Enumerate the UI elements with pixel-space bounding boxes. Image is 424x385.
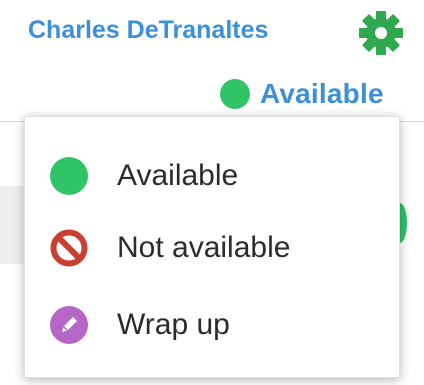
user-name: Charles DeTranaltes (28, 16, 269, 44)
menu-item-not-available[interactable]: Not available (25, 218, 399, 278)
menu-item-label: Not available (117, 231, 291, 264)
settings-button[interactable] (354, 10, 408, 56)
no-entry-icon (50, 229, 88, 267)
pencil-icon (50, 306, 88, 344)
menu-item-available[interactable]: Available (25, 146, 399, 206)
gear-icon (359, 11, 403, 55)
menu-item-label: Available (117, 159, 239, 192)
green-dot-icon (50, 157, 88, 195)
status-dot-icon (220, 79, 250, 109)
status-menu: Available Not available Wrap up (24, 116, 400, 378)
status-toggle[interactable]: Available (220, 76, 384, 112)
status-label: Available (260, 78, 384, 109)
menu-item-label: Wrap up (117, 308, 230, 341)
menu-item-wrap-up[interactable]: Wrap up (25, 295, 399, 355)
